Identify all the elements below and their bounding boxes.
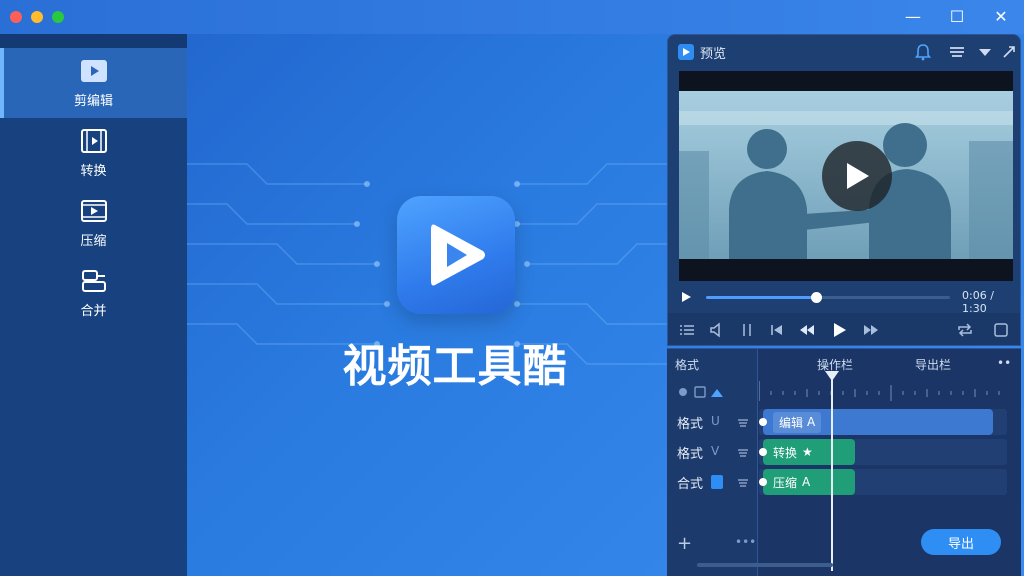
clip-label: 转换 (773, 445, 798, 460)
film-play-icon (80, 128, 107, 153)
film-compress-icon (80, 199, 107, 222)
loop-icon[interactable] (956, 321, 974, 339)
sidebar-item-label: 压缩 (80, 233, 107, 249)
timeline-scrollbar[interactable] (697, 563, 833, 567)
close-button[interactable]: ✕ (988, 4, 1014, 28)
clip-handle[interactable] (759, 418, 767, 426)
clip-chip: 编辑 A (773, 411, 822, 433)
menu-icon[interactable] (948, 43, 966, 61)
preview-panel: 预览 0:06 / 1:30 (667, 34, 1021, 346)
track-label: 合式 (677, 477, 704, 492)
track-sub: U (711, 414, 720, 428)
minimize-dot[interactable] (31, 11, 43, 23)
timeline-header-export: 导出栏 (915, 358, 952, 372)
play-overlay-button[interactable] (822, 141, 892, 211)
track-menu-icon[interactable] (737, 478, 749, 488)
preview-header: 预览 (668, 35, 1020, 69)
sidebar-item-convert[interactable]: 转换 (0, 118, 187, 188)
rewind-icon[interactable] (798, 321, 816, 339)
export-button[interactable]: 导出 (921, 529, 1001, 555)
fast-forward-icon[interactable] (862, 321, 880, 339)
track-tools-icon[interactable] (677, 385, 737, 399)
timeline-more-button[interactable]: •• (997, 356, 1011, 370)
play-square-icon (80, 59, 107, 82)
app-title: 视频工具酷 (342, 341, 568, 392)
split-icon[interactable] (738, 321, 756, 339)
clip-type-icon: A (802, 475, 811, 489)
track-menu-icon[interactable] (737, 418, 749, 428)
maximize-button[interactable]: ☐ (944, 4, 970, 28)
clip-type-icon: ★ (802, 445, 813, 459)
fullscreen-icon[interactable] (992, 321, 1010, 339)
close-dot[interactable] (10, 11, 22, 23)
sidebar-item-compress[interactable]: 压缩 (0, 188, 187, 258)
bell-icon[interactable] (914, 43, 932, 61)
sidebar-item-merge[interactable]: 合并 (0, 258, 187, 328)
seek-track[interactable] (706, 292, 950, 303)
play-icon[interactable] (830, 321, 848, 339)
clip-type-icon: A (807, 415, 816, 429)
play-icon (847, 163, 869, 189)
preview-badge-icon (678, 44, 694, 60)
skip-start-icon[interactable] (768, 321, 786, 339)
merge-icon (81, 269, 106, 292)
seek-progress (706, 296, 816, 299)
clip-handle[interactable] (759, 448, 767, 456)
playhead-line[interactable] (831, 371, 833, 571)
track-label: 格式 (677, 447, 704, 462)
expand-icon[interactable] (1000, 43, 1018, 61)
timeline-panel: 格式 操作栏 导出栏 •• 格式 U 编辑 A 格式 V 转换 ★ 合式 压缩 … (667, 348, 1021, 576)
clip-compress[interactable]: 压缩 A (759, 469, 855, 495)
track-label: 格式 (677, 417, 704, 432)
zoom-dot[interactable] (52, 11, 64, 23)
track-menu-icon[interactable] (737, 448, 749, 458)
track-color-icon (711, 475, 723, 489)
video-viewport[interactable] (679, 71, 1013, 281)
clip-handle[interactable] (759, 478, 767, 486)
track-sub: V (711, 444, 720, 458)
app-logo (397, 196, 515, 314)
timeline-header-format: 格式 (675, 358, 700, 372)
clip-label: 编辑 (779, 415, 804, 430)
play-logo-icon (431, 224, 485, 286)
timeline-ruler[interactable] (759, 379, 1007, 401)
playback-controls (668, 313, 1020, 345)
clip-edit[interactable]: 编辑 A (759, 409, 993, 435)
timeline-options[interactable]: ••• (735, 535, 756, 549)
sidebar-item-label: 合并 (80, 303, 107, 319)
clip-convert[interactable]: 转换 ★ (759, 439, 855, 465)
seek-bar-row: 0:06 / 1:30 (668, 287, 1020, 315)
dropdown-icon[interactable] (976, 43, 994, 61)
window-titlebar: — ☐ ✕ (0, 0, 1024, 34)
preview-title: 预览 (700, 46, 727, 62)
list-icon[interactable] (678, 321, 696, 339)
clip-label: 压缩 (773, 475, 798, 490)
sidebar-item-edit[interactable]: 剪编辑 (0, 48, 187, 118)
minimize-button[interactable]: — (900, 4, 926, 28)
time-readout: 0:06 / 1:30 (962, 289, 994, 315)
play-icon[interactable] (680, 291, 692, 303)
sidebar-item-label: 转换 (80, 163, 107, 179)
sidebar: 剪编辑 转换 压缩 合并 (0, 34, 187, 576)
add-track-button[interactable]: + (677, 533, 692, 554)
sidebar-top-strip (0, 34, 187, 48)
sidebar-item-label: 剪编辑 (73, 93, 113, 109)
seek-handle[interactable] (810, 292, 822, 303)
volume-icon[interactable] (708, 321, 726, 339)
